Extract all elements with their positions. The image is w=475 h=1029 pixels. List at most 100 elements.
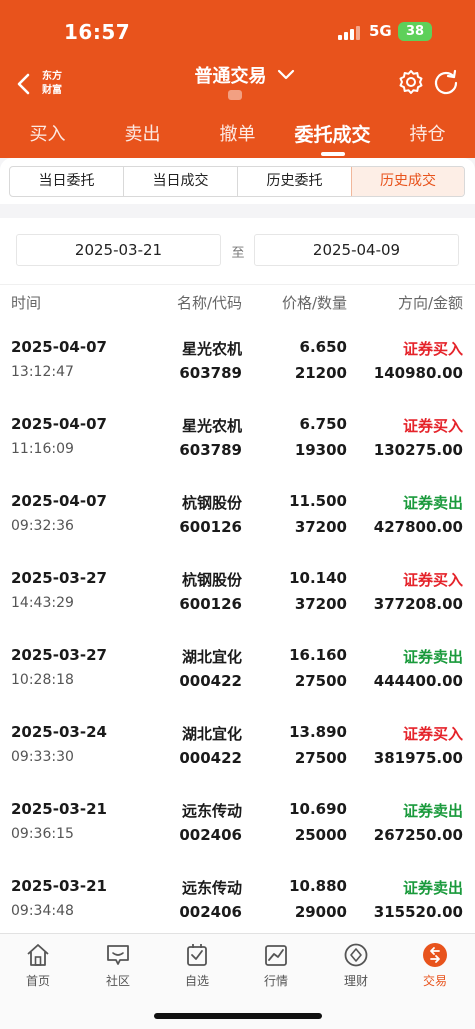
- account-mask: [228, 90, 242, 100]
- trade-time: 09:32:36: [11, 518, 74, 534]
- trade-list: 2025-04-07 13:12:47 星光农机 603789 6.650 21…: [0, 318, 475, 933]
- app-header: 16:57 5G 38 东方 财富 普通交易 买入 卖出 撤单 委托成交 持仓: [0, 0, 475, 158]
- main-tabs: 买入 卖出 撤单 委托成交 持仓: [0, 112, 475, 158]
- chevron-down-icon: [277, 69, 294, 80]
- trade-time: 14:43:29: [11, 595, 74, 611]
- nav-market[interactable]: 行情: [246, 942, 306, 989]
- trade-quantity: 37200: [294, 595, 347, 613]
- stock-name: 湖北宜化: [181, 648, 242, 666]
- stock-code: 000422: [179, 672, 242, 690]
- battery-icon: 38: [398, 22, 432, 41]
- trade-amount: 315520.00: [373, 903, 463, 921]
- market-icon: [265, 945, 287, 966]
- subtab-history-orders[interactable]: 历史委托: [238, 167, 352, 196]
- trade-date: 2025-03-21: [11, 877, 107, 895]
- table-row[interactable]: 2025-03-27 14:43:29 杭钢股份 600126 10.140 3…: [0, 549, 475, 626]
- subtab-today-trades[interactable]: 当日成交: [124, 167, 238, 196]
- start-date-field[interactable]: 2025-03-21: [16, 234, 221, 266]
- brand-logo: 东方 财富: [42, 71, 62, 96]
- trade-time: 09:34:48: [11, 903, 74, 919]
- trade-icon: [423, 943, 447, 967]
- stock-name: 杭钢股份: [181, 571, 242, 589]
- date-separator: 至: [231, 246, 245, 261]
- end-date-field[interactable]: 2025-04-09: [254, 234, 459, 266]
- gear-icon[interactable]: [397, 68, 425, 96]
- trade-amount: 140980.00: [373, 364, 463, 382]
- trade-time: 10:28:18: [11, 672, 74, 688]
- trade-quantity: 19300: [294, 441, 347, 459]
- trade-price: 10.140: [289, 569, 347, 587]
- stock-name: 星光农机: [181, 340, 242, 358]
- nav-watchlist[interactable]: 自选: [167, 942, 227, 989]
- nav-home[interactable]: 首页: [8, 942, 68, 989]
- table-row[interactable]: 2025-03-24 09:33:30 湖北宜化 000422 13.890 2…: [0, 703, 475, 780]
- trade-direction: 证券卖出: [402, 648, 463, 666]
- table-row[interactable]: 2025-04-07 09:32:36 杭钢股份 600126 11.500 3…: [0, 472, 475, 549]
- trade-time: 11:16:09: [11, 441, 74, 457]
- col-name-code: 名称/代码: [176, 294, 242, 312]
- nav-market-label: 行情: [263, 974, 288, 988]
- tab-buy[interactable]: 买入: [0, 120, 95, 146]
- home-indicator: [154, 1013, 322, 1019]
- col-price-qty: 价格/数量: [281, 294, 347, 312]
- stock-code: 002406: [179, 826, 242, 844]
- status-bar: 16:57 5G 38: [0, 0, 475, 60]
- trade-amount: 381975.00: [373, 749, 463, 767]
- stock-code: 600126: [179, 518, 242, 536]
- nav-community[interactable]: 社区: [88, 942, 148, 989]
- account-switcher[interactable]: 普通交易: [150, 62, 340, 88]
- subtab-history-trades[interactable]: 历史成交: [351, 167, 464, 196]
- finance-icon: [344, 943, 368, 967]
- nav-trade[interactable]: 交易: [405, 942, 465, 989]
- trade-date: 2025-04-07: [11, 492, 107, 510]
- signal-icon: [338, 26, 360, 40]
- table-row[interactable]: 2025-03-21 09:34:48 远东传动 002406 10.880 2…: [0, 857, 475, 933]
- tab-orders-trades[interactable]: 委托成交: [285, 120, 380, 156]
- trade-date: 2025-03-27: [11, 569, 107, 587]
- stock-name: 星光农机: [181, 417, 242, 435]
- trade-amount: 130275.00: [373, 441, 463, 459]
- trade-date: 2025-03-21: [11, 800, 107, 818]
- trade-direction: 证券买入: [402, 725, 463, 743]
- tab-orders-trades-label: 委托成交: [294, 124, 371, 146]
- tab-sell[interactable]: 卖出: [95, 120, 190, 146]
- trade-price: 16.160: [289, 646, 347, 664]
- trade-quantity: 37200: [294, 518, 347, 536]
- trade-direction: 证券买入: [402, 417, 463, 435]
- trade-time: 13:12:47: [11, 364, 74, 380]
- tab-positions[interactable]: 持仓: [380, 120, 475, 146]
- refresh-icon[interactable]: [432, 68, 460, 96]
- trade-amount: 444400.00: [373, 672, 463, 690]
- date-range-row: 2025-03-21 至 2025-04-09: [0, 218, 475, 284]
- stock-code: 603789: [179, 364, 242, 382]
- nav-finance[interactable]: 理财: [326, 942, 386, 989]
- trade-price: 6.650: [299, 338, 347, 356]
- stock-code: 002406: [179, 903, 242, 921]
- trade-amount: 377208.00: [373, 595, 463, 613]
- stock-name: 远东传动: [181, 879, 242, 897]
- table-row[interactable]: 2025-03-21 09:36:15 远东传动 002406 10.690 2…: [0, 780, 475, 857]
- trade-time: 09:33:30: [11, 749, 74, 765]
- table-row[interactable]: 2025-04-07 11:16:09 星光农机 603789 6.750 19…: [0, 395, 475, 472]
- sub-tabs: 当日委托 当日成交 历史委托 历史成交: [9, 166, 465, 197]
- back-arrow-icon[interactable]: [12, 70, 38, 98]
- active-tab-indicator: [320, 152, 345, 156]
- col-direction-amount: 方向/金额: [397, 294, 463, 312]
- page-title: 普通交易: [194, 66, 267, 87]
- nav-trade-label: 交易: [422, 974, 447, 988]
- trade-direction: 证券卖出: [402, 879, 463, 897]
- trade-date: 2025-03-24: [11, 723, 107, 741]
- trade-price: 10.880: [289, 877, 347, 895]
- subtab-today-orders[interactable]: 当日委托: [10, 167, 124, 196]
- status-time: 16:57: [64, 20, 131, 44]
- tab-cancel[interactable]: 撤单: [190, 120, 285, 146]
- table-row[interactable]: 2025-03-27 10:28:18 湖北宜化 000422 16.160 2…: [0, 626, 475, 703]
- nav-bar: 东方 财富 普通交易: [0, 60, 475, 110]
- col-time: 时间: [11, 294, 42, 312]
- trade-price: 11.500: [289, 492, 347, 510]
- stock-code: 600126: [179, 595, 242, 613]
- trade-amount: 267250.00: [373, 826, 463, 844]
- stock-name: 杭钢股份: [181, 494, 242, 512]
- table-row[interactable]: 2025-04-07 13:12:47 星光农机 603789 6.650 21…: [0, 318, 475, 395]
- stock-name: 远东传动: [181, 802, 242, 820]
